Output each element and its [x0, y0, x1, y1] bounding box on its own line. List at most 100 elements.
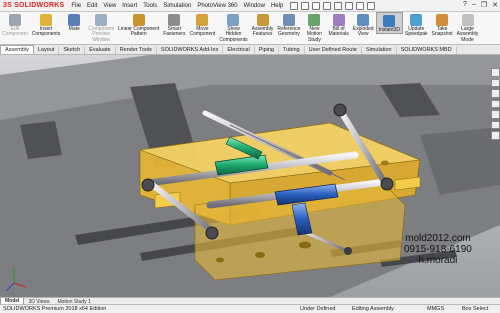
ribbon-label: Reference Geometry [277, 26, 301, 38]
linear-component-pattern-icon [132, 14, 145, 26]
rod-end-cap [141, 178, 155, 192]
tab-assembly[interactable]: Assembly [0, 45, 34, 54]
assembly-features-icon [256, 14, 269, 26]
ribbon-label: Smart Fasteners [163, 26, 186, 38]
menu-item-tools[interactable]: Tools [140, 3, 160, 9]
mate-icon [68, 14, 81, 26]
rebuild-icon[interactable] [356, 1, 365, 10]
ribbon-label: Update Speedpak [405, 26, 428, 38]
smart-fasteners-button[interactable]: Smart Fasteners [161, 12, 187, 38]
rod-end-cap [205, 226, 219, 240]
ribbon-label: Take Snapshot [431, 26, 453, 38]
open-icon[interactable] [301, 1, 310, 10]
ribbon-label: Assembly Features [251, 26, 274, 38]
status-product: SOLIDWORKS Premium 2018 x64 Edition [3, 306, 107, 312]
quick-access-toolbar [290, 1, 376, 10]
menu-bar: File Edit View Insert Tools Simulation PhotoVi… [68, 0, 286, 11]
edit-component-icon [8, 14, 21, 26]
tab-user-defined-route[interactable]: User Defined Route [305, 46, 362, 54]
close-icon[interactable]: ✕ [492, 1, 498, 9]
reference-geometry-icon [282, 14, 295, 26]
custom-properties-icon[interactable] [491, 120, 500, 130]
new-icon[interactable] [290, 1, 299, 10]
restore-icon[interactable]: ❐ [481, 1, 487, 9]
help-icon[interactable]: ? [463, 1, 467, 9]
forum-icon[interactable] [491, 131, 500, 141]
tab-render-tools[interactable]: Render Tools [116, 46, 157, 54]
mate-button[interactable]: Mate [62, 12, 86, 32]
ribbon-label: Edit Component [2, 26, 28, 38]
view-palette-icon[interactable] [491, 99, 500, 109]
file-explorer-icon[interactable] [491, 89, 500, 98]
options-icon[interactable] [367, 1, 376, 10]
move-component-icon [196, 14, 209, 26]
new-motion-study-button[interactable]: New Motion Study [302, 12, 326, 43]
assembly-features-button[interactable]: Assembly Features [250, 12, 276, 38]
bolt-head-icon [216, 257, 224, 263]
bolt-head-icon [381, 160, 389, 166]
update-speedpak-icon [410, 14, 423, 26]
select-icon[interactable] [345, 1, 354, 10]
rod-end-cap [333, 103, 347, 117]
large-assembly-mode-button[interactable]: Large Assembly Mode [455, 12, 481, 43]
ribbon-label: Component Preview Window [88, 26, 115, 43]
menu-item-insert[interactable]: Insert [119, 3, 140, 9]
window-controls: ? – ❐ ✕ [463, 1, 498, 9]
show-hidden-components-icon [227, 14, 240, 26]
tab-solidworks-mbd[interactable]: SOLIDWORKS MBD [397, 46, 457, 54]
update-speedpak-button[interactable]: Update Speedpak [403, 12, 430, 38]
save-icon[interactable] [312, 1, 321, 10]
tab-evaluate[interactable]: Evaluate [85, 46, 116, 54]
design-library-icon[interactable] [491, 78, 500, 88]
instant3d-icon [383, 15, 396, 27]
bolt-head-icon [255, 252, 265, 258]
status-units[interactable]: MMGS [427, 306, 444, 312]
bill-of-materials-button[interactable]: Bill of Materials [326, 12, 350, 38]
print-icon[interactable] [323, 1, 332, 10]
menu-item-view[interactable]: View [100, 3, 119, 9]
linear-component-pattern-button[interactable]: Linear Component Pattern [116, 12, 161, 38]
ribbon-label: Bill of Materials [328, 26, 349, 38]
tab-sketch[interactable]: Sketch [59, 46, 86, 54]
exploded-view-icon [357, 14, 370, 26]
menu-item-window[interactable]: Window [241, 3, 268, 9]
insert-components-button[interactable]: Insert Components [30, 12, 62, 38]
bill-of-materials-icon [332, 14, 345, 26]
tab-tubing[interactable]: Tubing [279, 46, 305, 54]
reference-geometry-button[interactable]: Reference Geometry [275, 12, 302, 38]
ribbon-label: Instant3D [378, 27, 400, 33]
undo-icon[interactable] [334, 1, 343, 10]
tab-layout[interactable]: Layout [34, 46, 60, 54]
ribbon-label: Insert Components [31, 26, 61, 38]
show-hidden-components-button[interactable]: Show Hidden Components [217, 12, 249, 43]
ribbon-label: New Motion Study [306, 26, 322, 43]
resources-icon[interactable] [491, 68, 500, 77]
menu-item-edit[interactable]: Edit [84, 3, 100, 9]
menu-item-photoview-360[interactable]: PhotoView 360 [194, 3, 240, 9]
tab-piping[interactable]: Piping [255, 46, 279, 54]
minimize-icon[interactable]: – [472, 1, 476, 9]
ribbon-label: Mate [68, 26, 80, 32]
move-component-button[interactable]: Move Component [187, 12, 217, 38]
graphics-area[interactable]: mold2012.com 0915-918-6190 h.moradi [0, 55, 500, 297]
command-manager: Edit Component Insert Components Mate Compo… [0, 12, 500, 45]
take-snapshot-button[interactable]: Take Snapshot [430, 12, 455, 38]
appearances-icon[interactable] [491, 110, 500, 119]
title-bar: 3S SOLIDWORKS File Edit View Insert Tools Sim… [0, 0, 500, 12]
tab-simulation[interactable]: Simulation [362, 46, 397, 54]
status-select: Box Select [462, 306, 489, 312]
menu-item-file[interactable]: File [68, 3, 84, 9]
instant3d-button[interactable]: Instant3D [375, 12, 403, 35]
task-pane-tabs [491, 68, 500, 141]
edit-component-button[interactable]: Edit Component [0, 12, 30, 38]
exploded-view-button[interactable]: Exploded View [351, 12, 376, 38]
component-preview-window-button[interactable]: Component Preview Window [86, 12, 116, 43]
menu-item-help[interactable]: Help [268, 3, 286, 9]
menu-item-simulation[interactable]: Simulation [160, 3, 194, 9]
tab-solidworks-add-ins[interactable]: SOLIDWORKS Add-Ins [157, 46, 224, 54]
status-defined: Under Defined [300, 306, 336, 312]
watermark: mold2012.com 0915-918-6190 h.moradi [404, 233, 472, 266]
solidworks-logo[interactable]: 3S SOLIDWORKS [0, 2, 68, 9]
tab-electrical[interactable]: Electrical [223, 46, 255, 54]
ribbon-label: Linear Component Pattern [118, 26, 160, 38]
